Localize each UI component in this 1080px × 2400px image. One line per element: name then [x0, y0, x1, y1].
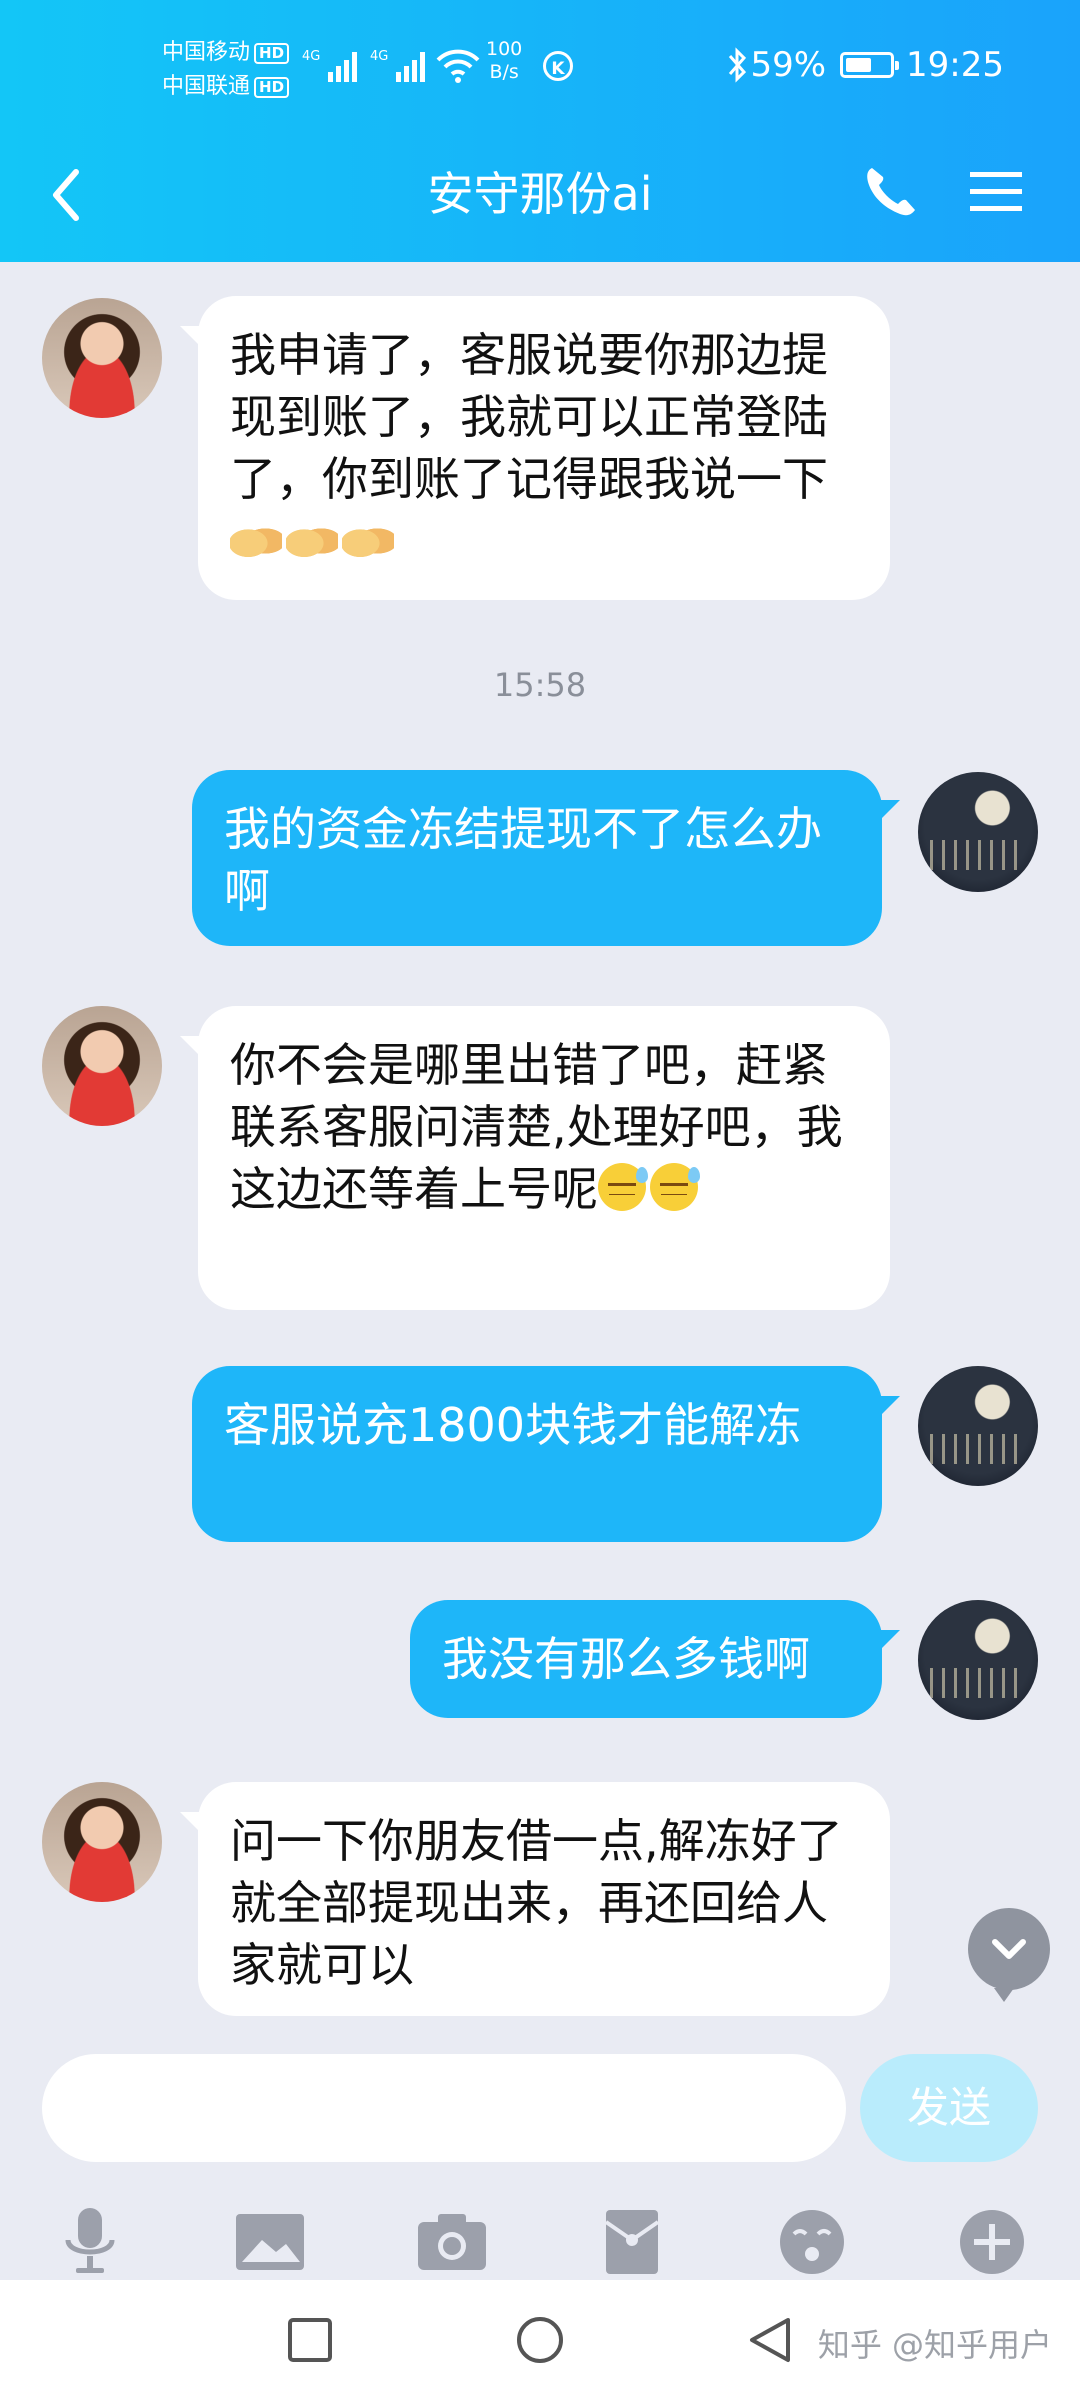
sweat-emoji: [650, 1163, 700, 1211]
hd-badge: HD: [254, 42, 290, 64]
contact-avatar[interactable]: [42, 1782, 162, 1902]
message-bubble-outgoing[interactable]: 客服说充1800块钱才能解冻: [192, 1366, 900, 1542]
message-list[interactable]: 我申请了，客服说要你那边提现到账了，我就可以正常登陆了，你到账了记得跟我说一下 …: [0, 262, 1080, 2042]
recent-apps-icon[interactable]: [282, 2312, 338, 2368]
message-input[interactable]: [42, 2054, 846, 2162]
contact-avatar[interactable]: [42, 1006, 162, 1126]
send-button[interactable]: 发送: [860, 2054, 1038, 2162]
scroll-to-bottom-button[interactable]: [968, 1908, 1050, 2002]
speed-value: 100: [486, 38, 523, 60]
carrier-1: 中国移动: [162, 40, 251, 65]
timestamp: 15:58: [493, 666, 587, 704]
net-type: 4G: [370, 49, 388, 64]
red-packet-icon[interactable]: [592, 2202, 672, 2282]
clock: 19:25: [906, 45, 1004, 85]
message-text: 我没有那么多钱啊: [442, 1632, 810, 1686]
handshake-emoji: [342, 519, 394, 563]
watermark: 知乎 @知乎用户: [817, 2326, 1052, 2364]
chat-screen: 中国移动 HD 中国联通 HD 4G 4G 100 B/s K 59% 19:2…: [0, 0, 1080, 2400]
message-bubble-outgoing[interactable]: 我没有那么多钱啊: [410, 1600, 900, 1718]
net-type: 4G: [302, 49, 320, 64]
header: 中国移动 HD 中国联通 HD 4G 4G 100 B/s K 59% 19:2…: [0, 0, 1080, 262]
self-avatar[interactable]: [918, 772, 1038, 892]
message-bubble-outgoing[interactable]: 我的资金冻结提现不了怎么办啊: [192, 770, 900, 946]
microphone-icon[interactable]: [50, 2202, 130, 2282]
chevron-down-icon: [992, 1939, 1026, 1959]
self-avatar[interactable]: [918, 1366, 1038, 1486]
menu-icon[interactable]: [966, 162, 1026, 222]
hd-badge: HD: [254, 76, 290, 98]
message-text: 问一下你朋友借一点,解冻好了就全部提现出来，再还回给人家就可以: [230, 1814, 843, 1992]
carrier-info: 中国移动 HD 中国联通 HD: [162, 36, 290, 104]
message-text: 你不会是哪里出错了吧，赶紧联系客服问清楚,处理好吧，我这边还等着上号呢: [230, 1038, 843, 1216]
sweat-emoji: [598, 1163, 648, 1211]
bluetooth-icon: [729, 47, 747, 83]
handshake-emoji: [230, 519, 282, 563]
message-bubble-incoming[interactable]: 你不会是哪里出错了吧，赶紧联系客服问清楚,处理好吧，我这边还等着上号呢: [180, 1006, 890, 1310]
net-speed: 100 B/s: [486, 38, 522, 84]
message-text: 客服说充1800块钱才能解冻: [224, 1398, 802, 1452]
contact-avatar[interactable]: [42, 298, 162, 418]
system-nav-bar: 知乎 @知乎用户: [0, 2280, 1080, 2400]
signal-icon: 4G: [302, 49, 357, 82]
battery-icon: [840, 52, 900, 78]
image-icon[interactable]: [230, 2202, 310, 2282]
carrier-2: 中国联通: [162, 74, 251, 99]
back-triangle-icon[interactable]: [742, 2312, 798, 2368]
handshake-emoji: [286, 519, 338, 563]
k-icon: K: [543, 51, 573, 81]
message-bubble-incoming[interactable]: 我申请了，客服说要你那边提现到账了，我就可以正常登陆了，你到账了记得跟我说一下: [180, 296, 890, 600]
speed-unit: B/s: [489, 61, 519, 83]
wifi-icon: [436, 49, 480, 83]
message-text: 我申请了，客服说要你那边提现到账了，我就可以正常登陆了，你到账了记得跟我说一下: [230, 328, 828, 506]
message-text: 我的资金冻结提现不了怎么办啊: [224, 802, 822, 918]
camera-icon[interactable]: [412, 2202, 492, 2282]
message-bubble-incoming[interactable]: 问一下你朋友借一点,解冻好了就全部提现出来，再还回给人家就可以: [180, 1782, 890, 2016]
battery-percent: 59%: [750, 45, 827, 85]
status-bar: 中国移动 HD 中国联通 HD 4G 4G 100 B/s K 59% 19:2…: [0, 0, 1080, 130]
plus-icon[interactable]: [952, 2202, 1032, 2282]
phone-icon[interactable]: [858, 160, 922, 224]
home-icon[interactable]: [512, 2312, 568, 2368]
self-avatar[interactable]: [918, 1600, 1038, 1720]
emoji-icon[interactable]: [772, 2202, 852, 2282]
nav-bar: 安守那份ai: [0, 130, 1080, 262]
status-right: 59% 19:25: [724, 44, 1004, 86]
signal-icon: 4G: [370, 49, 425, 82]
